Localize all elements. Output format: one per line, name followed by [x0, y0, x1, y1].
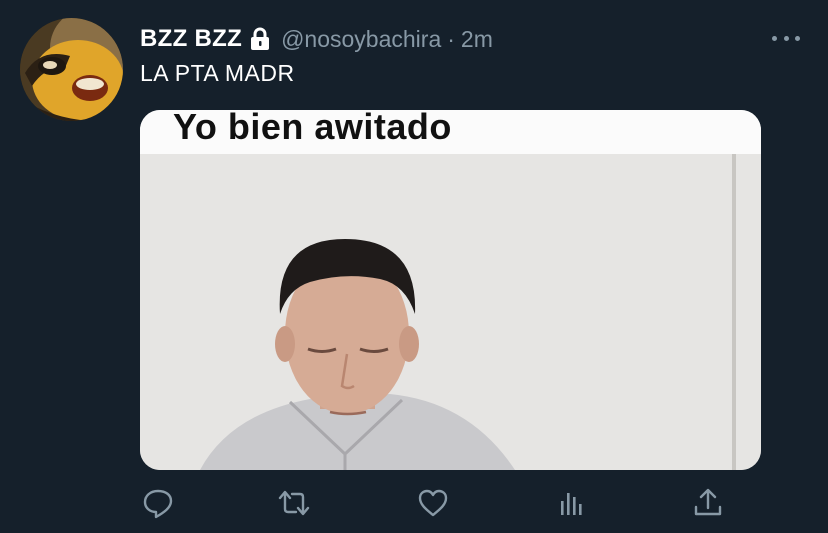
more-dot [795, 35, 800, 41]
tweet[interactable]: BZZ BZZ @nosoybachira · 2m LA PTA MADR Y… [0, 0, 828, 533]
tweet-media[interactable]: Yo bien awitado [140, 110, 761, 470]
more-options-icon[interactable] [772, 28, 800, 48]
avatar-image [20, 18, 123, 121]
display-name[interactable]: BZZ BZZ [140, 25, 242, 53]
timestamp[interactable]: 2m [461, 26, 493, 53]
analytics-icon[interactable] [554, 486, 588, 520]
retweet-icon[interactable] [277, 486, 311, 520]
avatar[interactable] [20, 18, 123, 121]
more-dot [783, 35, 789, 41]
user-handle[interactable]: @nosoybachira [281, 26, 441, 53]
media-photo [140, 154, 761, 470]
media-caption: Yo bien awitado [173, 110, 452, 147]
separator-dot: · [447, 25, 455, 52]
share-icon[interactable] [691, 486, 725, 520]
media-caption-bar: Yo bien awitado [140, 110, 761, 154]
tweet-header: BZZ BZZ @nosoybachira · 2m [140, 22, 493, 56]
lock-icon [249, 27, 271, 51]
more-dot [772, 35, 777, 41]
tweet-actions [140, 486, 740, 522]
like-icon[interactable] [416, 486, 450, 520]
tweet-text: LA PTA MADR [140, 60, 295, 86]
reply-icon[interactable] [141, 486, 175, 520]
